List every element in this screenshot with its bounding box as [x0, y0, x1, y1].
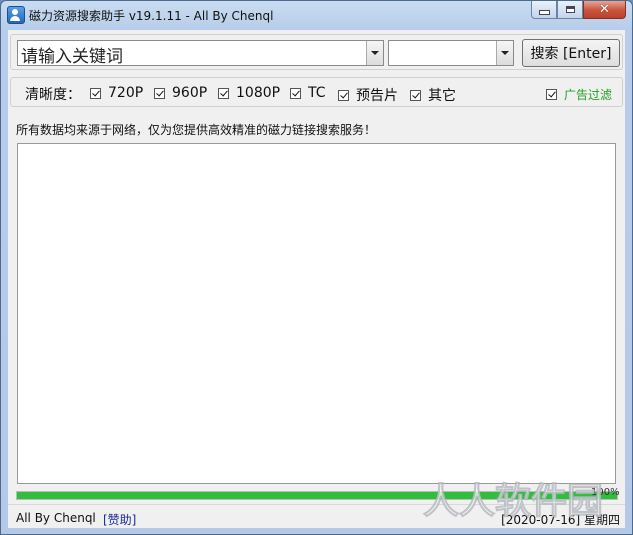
status-bar: All By Chenql [赞助] [2020-07-16] 星期四 [8, 504, 625, 528]
category-dropdown-button[interactable] [496, 41, 513, 65]
filter-1080p-label: 1080P [236, 85, 281, 101]
info-text: 所有数据均来源于网络，仅为您提供高效精准的磁力链接搜索服务！ [16, 123, 377, 137]
search-button[interactable]: 搜索 [Enter] [522, 39, 620, 67]
donate-link[interactable]: [赞助] [103, 511, 136, 528]
window-title: 磁力资源搜索助手 v19.1.11 - All By Chenql [29, 9, 274, 23]
close-icon: ✕ [599, 2, 610, 17]
filter-tc-label: TC [308, 85, 326, 101]
maximize-icon [565, 6, 575, 13]
resolution-label: 清晰度： [25, 87, 81, 103]
app-window: 磁力资源搜索助手 v19.1.11 - All By Chenql ✕ 请输入关… [0, 0, 633, 535]
checkbox-checked-icon[interactable] [90, 87, 101, 99]
date-label: [2020-07-16] 星期四 [501, 513, 620, 527]
filter-720p-checkbox[interactable]: 720P [90, 85, 143, 101]
caption-buttons: ✕ [531, 1, 626, 20]
filter-trailer-checkbox[interactable]: 预告片 [338, 85, 398, 105]
keyword-combobox[interactable]: 请输入关键词 [17, 40, 384, 67]
close-button[interactable]: ✕ [583, 1, 626, 19]
results-list[interactable] [17, 143, 616, 484]
ad-filter-checkbox[interactable]: 广告过滤 [546, 86, 612, 103]
minimize-button[interactable] [531, 1, 557, 19]
progress-percent: 100% [591, 487, 620, 498]
maximize-button[interactable] [557, 1, 583, 19]
search-toolbar: 请输入关键词 搜索 [Enter] [10, 34, 623, 70]
progress-fill [17, 492, 617, 499]
checkbox-checked-icon[interactable] [546, 89, 557, 100]
filter-1080p-checkbox[interactable]: 1080P [218, 85, 280, 101]
filter-other-label: 其它 [428, 88, 456, 104]
chevron-down-icon [371, 51, 379, 55]
author-label: All By Chenql [16, 511, 96, 525]
checkbox-checked-icon[interactable] [218, 87, 229, 99]
filter-960p-checkbox[interactable]: 960P [154, 85, 207, 101]
checkbox-checked-icon[interactable] [410, 89, 421, 101]
chevron-down-icon [501, 51, 509, 55]
filter-720p-label: 720P [108, 85, 144, 101]
filter-other-checkbox[interactable]: 其它 [410, 85, 456, 105]
title-bar[interactable]: 磁力资源搜索助手 v19.1.11 - All By Chenql ✕ [1, 1, 632, 29]
checkbox-checked-icon[interactable] [338, 89, 349, 101]
minimize-icon [538, 10, 550, 15]
app-user-icon[interactable] [7, 6, 25, 24]
keyword-input[interactable]: 请输入关键词 [21, 42, 123, 67]
filter-tc-checkbox[interactable]: TC [290, 85, 326, 101]
category-combobox[interactable] [388, 40, 514, 66]
filter-trailer-label: 预告片 [356, 88, 398, 104]
client-area: 请输入关键词 搜索 [Enter] 清晰度： 720P 960P 1080P T… [8, 30, 625, 528]
resolution-filter-group: 清晰度： 720P 960P 1080P TC 预告片 其它 广告过滤 [10, 77, 623, 107]
ad-filter-label: 广告过滤 [564, 88, 613, 102]
filter-960p-label: 960P [172, 85, 208, 101]
keyword-dropdown-button[interactable] [366, 41, 383, 65]
checkbox-checked-icon[interactable] [154, 87, 165, 99]
checkbox-checked-icon[interactable] [290, 87, 301, 99]
progress-bar [16, 491, 618, 500]
